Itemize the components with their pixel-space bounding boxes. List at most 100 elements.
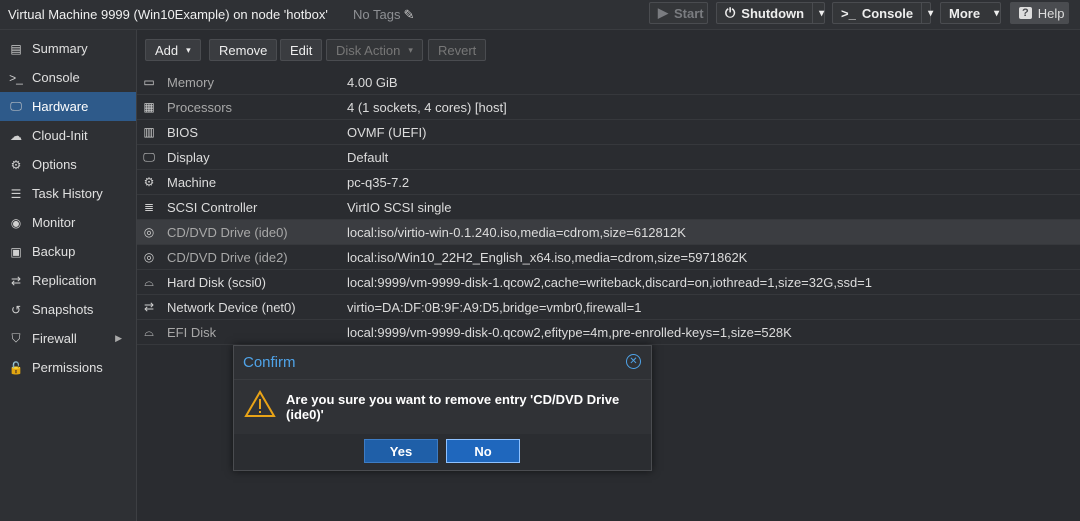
terminal-icon: >_ [9, 70, 23, 85]
row-name: Display [167, 149, 210, 165]
book-icon: ▤ [10, 41, 22, 56]
retweet-icon: ⇄ [10, 273, 22, 288]
sidebar-item-backup[interactable]: ▣ Backup [0, 237, 136, 266]
add-button[interactable]: Add ▾ [145, 39, 201, 61]
microchip-icon: ▥ [143, 125, 155, 139]
row-name: EFI Disk [167, 324, 217, 340]
cogs-icon: ⚙ [143, 175, 155, 189]
sidebar-item-task-history[interactable]: ☰ Task History [0, 179, 136, 208]
help-button[interactable]: ? Help [1010, 2, 1069, 24]
floppy-icon: ▣ [10, 244, 22, 259]
sidebar-item-console[interactable]: >_ Console [0, 63, 136, 92]
row-value: 4.00 GiB [347, 74, 398, 90]
row-value: OVMF (UEFI) [347, 124, 427, 140]
row-value: VirtIO SCSI single [347, 199, 452, 215]
database-icon: ≣ [143, 200, 155, 214]
revert-button[interactable]: Revert [428, 39, 487, 61]
cpu-icon: ▦ [143, 100, 155, 114]
hardware-list: ▭ Memory 4.00 GiB ▦ Processors 4 (1 sock… [137, 70, 1080, 345]
console-button[interactable]: >_ Console ▾ [832, 2, 933, 24]
row-value: local:iso/virtio-win-0.1.240.iso,media=c… [347, 224, 686, 240]
exchange-icon: ⇄ [143, 300, 155, 314]
hdd-icon: ⌓ [144, 324, 154, 339]
sidebar-item-permissions[interactable]: 🔓 Permissions [0, 353, 136, 382]
memory-icon: ▭ [143, 75, 155, 89]
row-value: Default [347, 149, 389, 165]
sidebar-item-cloud-init[interactable]: ☁ Cloud-Init [0, 121, 136, 150]
table-row[interactable]: 🖵 Display Default [137, 145, 1080, 170]
power-icon: ⏻ [725, 5, 736, 20]
sidebar-item-label: Backup [32, 244, 76, 259]
shutdown-button[interactable]: ⏻ Shutdown ▾ [716, 2, 825, 24]
pencil-icon[interactable]: ✎ [403, 7, 414, 22]
sidebar-item-label: Replication [32, 273, 97, 288]
sidebar-item-replication[interactable]: ⇄ Replication [0, 266, 136, 295]
sidebar-item-snapshots[interactable]: ↺ Snapshots [0, 295, 136, 324]
more-label: More [949, 5, 981, 21]
sidebar-item-label: Cloud-Init [32, 128, 88, 143]
shutdown-label: Shutdown [741, 5, 805, 21]
table-row[interactable]: ◎ CD/DVD Drive (ide2) local:iso/Win10_22… [137, 245, 1080, 270]
sidebar-item-hardware[interactable]: 🖵 Hardware [0, 92, 136, 121]
tags-field[interactable]: No Tags ✎ [353, 7, 414, 23]
cloud-icon: ☁ [10, 128, 22, 143]
row-name: BIOS [167, 124, 199, 140]
table-row[interactable]: ⚙ Machine pc-q35-7.2 [137, 170, 1080, 195]
sidebar-item-label: Task History [32, 186, 103, 201]
no-button[interactable]: No [446, 439, 520, 463]
disk-action-button[interactable]: Disk Action ▾ [326, 39, 423, 61]
chevron-down-icon[interactable]: ▾ [921, 3, 933, 23]
tags-label: No Tags [353, 7, 401, 22]
sidebar-item-options[interactable]: ⚙ Options [0, 150, 136, 179]
row-value: 4 (1 sockets, 4 cores) [host] [347, 99, 507, 115]
start-button[interactable]: ▶ Start [649, 2, 708, 24]
terminal-icon: >_ [841, 5, 856, 21]
row-value: local:9999/vm-9999-disk-0.qcow2,efitype=… [347, 324, 792, 340]
table-row[interactable]: ⌓ EFI Disk local:9999/vm-9999-disk-0.qco… [137, 320, 1080, 345]
row-value: pc-q35-7.2 [347, 174, 410, 190]
chevron-right-icon[interactable]: ▶ [115, 333, 122, 344]
dialog-message: Are you sure you want to remove entry 'C… [286, 392, 620, 422]
start-label: Start [674, 5, 704, 21]
monitor-icon: 🖵 [143, 149, 155, 164]
table-row[interactable]: ⇄ Network Device (net0) virtio=DA:DF:0B:… [137, 295, 1080, 320]
play-icon: ▶ [658, 5, 668, 20]
close-icon[interactable]: ✕ [626, 354, 641, 369]
edit-button[interactable]: Edit [280, 39, 323, 61]
table-row-selected[interactable]: ◎ CD/DVD Drive (ide0) local:iso/virtio-w… [137, 220, 1080, 245]
remove-button[interactable]: Remove [209, 39, 278, 61]
add-label: Add [155, 42, 179, 58]
sidebar-item-firewall[interactable]: ⛉ Firewall ▶ [0, 324, 136, 353]
sidebar-item-label: Console [32, 70, 80, 85]
hdd-icon: ⌓ [144, 274, 154, 289]
more-button[interactable]: More ▾ [940, 2, 1001, 24]
row-value: local:9999/vm-9999-disk-1.qcow2,cache=wr… [347, 274, 872, 290]
chevron-down-icon[interactable]: ▾ [812, 3, 824, 23]
sidebar-item-summary[interactable]: ▤ Summary [0, 34, 136, 63]
table-row[interactable]: ▦ Processors 4 (1 sockets, 4 cores) [hos… [137, 95, 1080, 120]
sidebar-item-label: Summary [32, 41, 88, 56]
yes-button[interactable]: Yes [364, 439, 438, 463]
sidebar: ▤ Summary >_ Console 🖵 Hardware ☁ Cloud-… [0, 30, 137, 521]
sidebar-item-label: Monitor [32, 215, 76, 230]
edit-label: Edit [290, 42, 313, 58]
disk-action-label: Disk Action [336, 42, 401, 58]
dialog-title: Confirm [243, 354, 296, 371]
gear-icon: ⚙ [10, 157, 22, 172]
cdrom-icon: ◎ [143, 250, 155, 264]
sidebar-item-label: Hardware [32, 99, 89, 114]
remove-label: Remove [219, 42, 268, 58]
cdrom-icon: ◎ [143, 225, 155, 239]
help-label: Help [1037, 5, 1065, 21]
table-row[interactable]: ▥ BIOS OVMF (UEFI) [137, 120, 1080, 145]
sidebar-item-monitor[interactable]: ◉ Monitor [0, 208, 136, 237]
sidebar-item-label: Snapshots [32, 302, 94, 317]
table-row[interactable]: ≣ SCSI Controller VirtIO SCSI single [137, 195, 1080, 220]
row-name: Network Device (net0) [167, 299, 296, 315]
table-row[interactable]: ▭ Memory 4.00 GiB [137, 70, 1080, 95]
vm-title: Virtual Machine 9999 (Win10Example) on n… [8, 7, 328, 22]
row-name: Hard Disk (scsi0) [167, 274, 266, 290]
table-row[interactable]: ⌓ Hard Disk (scsi0) local:9999/vm-9999-d… [137, 270, 1080, 295]
console-label: Console [861, 5, 914, 21]
row-name: SCSI Controller [167, 199, 258, 215]
